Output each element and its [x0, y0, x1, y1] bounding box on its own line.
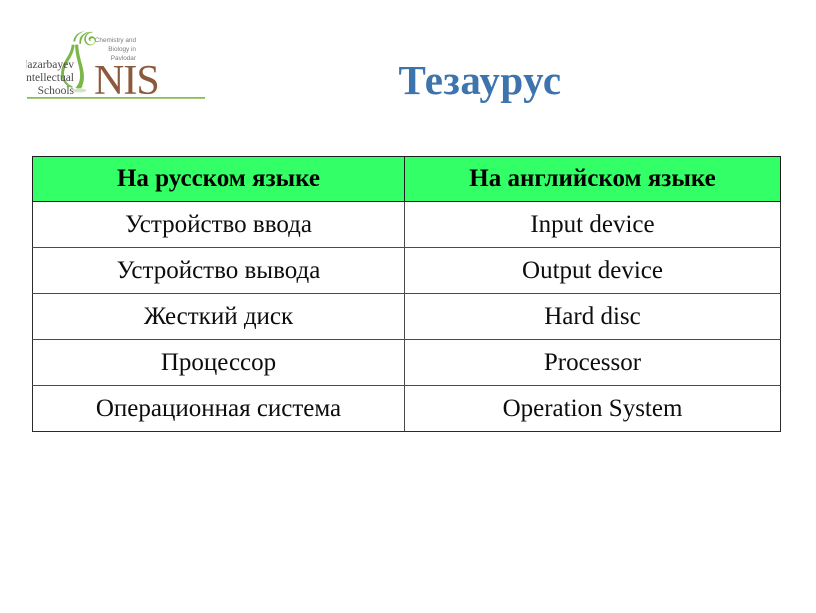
logo-school-name: Nazarbayev Intellectual Schools — [26, 59, 75, 97]
logo-school-name-line3: Schools — [38, 85, 75, 97]
cell-english: Operation System — [404, 385, 781, 432]
page-title: Тезаурус — [398, 57, 562, 103]
table-header-row: На русском языке На английском языке — [32, 156, 781, 202]
cell-russian: Операционная система — [32, 385, 405, 432]
cell-russian: Процессор — [32, 339, 405, 386]
cell-english: Input device — [404, 201, 781, 248]
logo-underline — [27, 97, 205, 99]
nis-logo: Nazarbayev Intellectual Schools Chemistr… — [26, 20, 212, 102]
logo-school-name-line2: Intellectual — [26, 72, 74, 84]
cell-russian: Устройство вывода — [32, 247, 405, 294]
cell-english: Output device — [404, 247, 781, 294]
cell-english: Hard disc — [404, 293, 781, 340]
cell-russian: Устройство ввода — [32, 201, 405, 248]
table-row: Процессор Processor — [32, 339, 781, 386]
table-row: Операционная система Operation System — [32, 385, 781, 432]
nis-logo-graphic: Nazarbayev Intellectual Schools Chemistr… — [26, 31, 205, 102]
column-header-english: На английском языке — [404, 156, 781, 202]
cell-english: Processor — [404, 339, 781, 386]
thesaurus-table: На русском языке На английском языке Уст… — [32, 156, 781, 432]
logo-tagline-line2: Biology in — [108, 46, 136, 53]
table-body: Устройство ввода Input device Устройство… — [32, 201, 781, 432]
column-header-russian: На русском языке — [32, 156, 405, 202]
table-row: Устройство ввода Input device — [32, 201, 781, 248]
logo-tagline-line1: Chemistry and — [95, 37, 137, 44]
cell-russian: Жесткий диск — [32, 293, 405, 340]
table-row: Устройство вывода Output device — [32, 247, 781, 294]
logo-school-name-line1: Nazarbayev — [26, 59, 74, 71]
logo-acronym: NIS — [94, 58, 159, 102]
table-row: Жесткий диск Hard disc — [32, 293, 781, 340]
